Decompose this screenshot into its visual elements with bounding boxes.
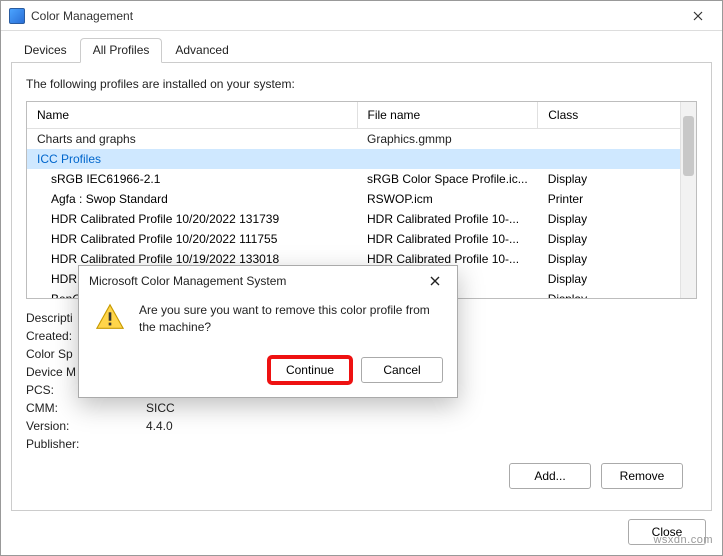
col-header-name[interactable]: Name xyxy=(27,102,357,129)
remove-button[interactable]: Remove xyxy=(601,463,683,489)
col-header-file[interactable]: File name xyxy=(357,102,538,129)
col-header-class[interactable]: Class xyxy=(538,102,680,129)
dialog-titlebar: Microsoft Color Management System xyxy=(79,266,457,296)
profile-buttons: Add... Remove xyxy=(26,453,697,495)
window-close-button[interactable] xyxy=(676,2,720,30)
detail-value: SICC xyxy=(146,401,175,415)
tab-all-profiles[interactable]: All Profiles xyxy=(80,38,163,63)
titlebar: Color Management xyxy=(1,1,722,31)
app-icon xyxy=(9,8,25,24)
dialog-close-button[interactable] xyxy=(417,268,453,294)
table-row[interactable]: sRGB IEC61966-2.1sRGB Color Space Profil… xyxy=(27,169,680,189)
dialog-footer: Close xyxy=(1,513,722,555)
tab-strip: Devices All Profiles Advanced xyxy=(11,37,712,63)
detail-label: CMM: xyxy=(26,401,146,415)
window-title: Color Management xyxy=(31,9,676,23)
table-group[interactable]: Charts and graphs Graphics.gmmp xyxy=(27,129,680,150)
table-row[interactable]: Agfa : Swop StandardRSWOP.icmPrinter xyxy=(27,189,680,209)
close-icon xyxy=(430,276,440,286)
detail-label: Version: xyxy=(26,419,146,433)
dialog-message: Are you sure you want to remove this col… xyxy=(139,302,441,337)
table-row[interactable]: HDR Calibrated Profile 10/20/2022 111755… xyxy=(27,229,680,249)
intro-text: The following profiles are installed on … xyxy=(26,77,697,91)
table-group-selected[interactable]: ICC Profiles xyxy=(27,149,680,169)
warning-icon xyxy=(95,302,125,332)
add-button[interactable]: Add... xyxy=(509,463,591,489)
close-icon xyxy=(693,11,703,21)
table-header-row: Name File name Class xyxy=(27,102,680,129)
cancel-button[interactable]: Cancel xyxy=(361,357,443,383)
dialog-buttons: Continue Cancel xyxy=(79,351,457,397)
vertical-scrollbar[interactable] xyxy=(680,102,696,298)
confirm-dialog: Microsoft Color Management System Are yo… xyxy=(78,265,458,398)
watermark: wsxdn.com xyxy=(653,534,713,546)
table-row[interactable]: HDR Calibrated Profile 10/20/2022 131739… xyxy=(27,209,680,229)
scrollbar-thumb[interactable] xyxy=(683,116,694,176)
tab-advanced[interactable]: Advanced xyxy=(162,38,241,63)
detail-value: 4.4.0 xyxy=(146,419,173,433)
dialog-body: Are you sure you want to remove this col… xyxy=(79,296,457,351)
dialog-title: Microsoft Color Management System xyxy=(89,274,417,288)
detail-label: Publisher: xyxy=(26,437,146,451)
continue-button[interactable]: Continue xyxy=(269,357,351,383)
tab-devices[interactable]: Devices xyxy=(11,38,80,63)
